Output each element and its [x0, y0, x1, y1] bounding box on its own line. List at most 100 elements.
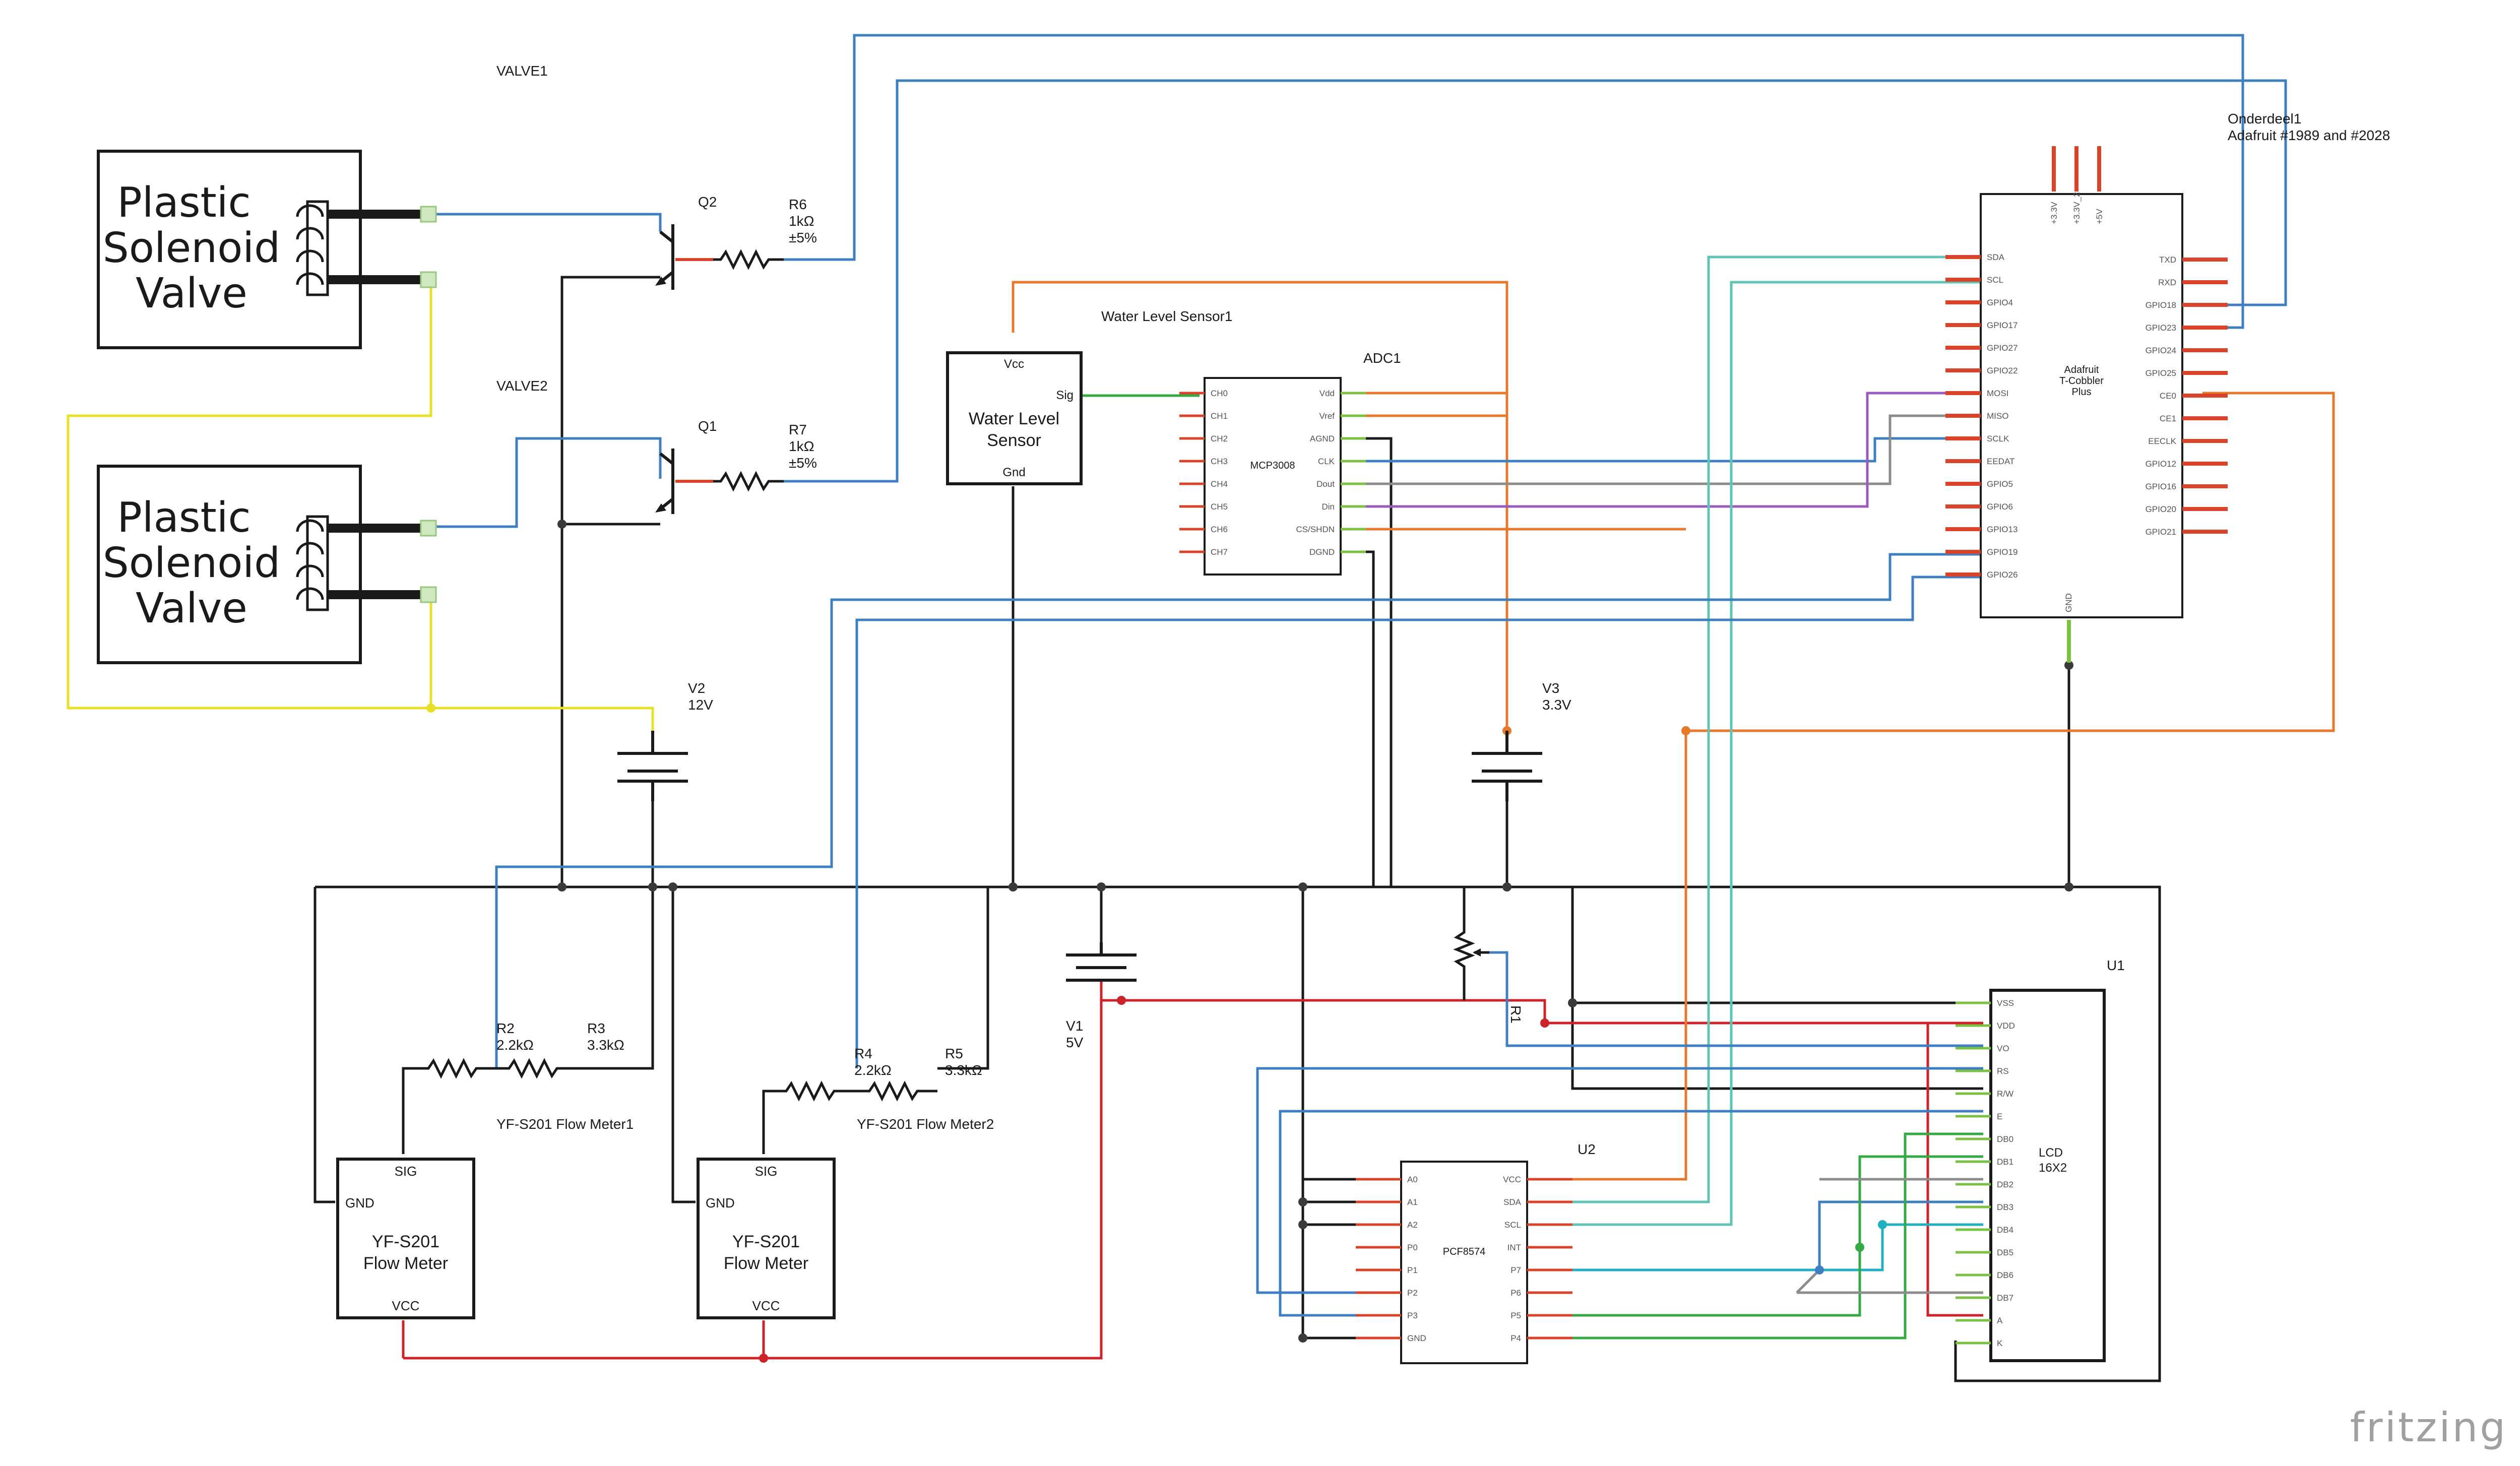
- wire-5v-lcd-a: [1545, 1022, 1983, 1317]
- cobbler-pin-label: GPIO23: [2146, 323, 2176, 333]
- transistor-q2: Q2: [655, 194, 717, 290]
- lcd-pin-label: E: [1997, 1112, 2002, 1121]
- resistor-zigzag-icon: [713, 249, 784, 270]
- cobbler-pin-label: EECLK: [2148, 436, 2176, 446]
- adc-pin-label: CH5: [1211, 502, 1228, 512]
- wire-ground-left-drop: [313, 887, 335, 1203]
- sensor-pin-sig: Sig: [1056, 389, 1074, 402]
- pcf-chip-name: PCF8574: [1443, 1246, 1486, 1257]
- potentiometer-r1: R1: [1453, 922, 1524, 1024]
- pcf-pin-label: P6: [1510, 1288, 1521, 1298]
- cobbler-pin-label: GPIO12: [2146, 459, 2176, 469]
- pcf-pin-label: P3: [1407, 1311, 1418, 1320]
- flow-meter-pin-vcc: VCC: [752, 1298, 780, 1313]
- source-v2: V2 12V: [617, 680, 713, 801]
- wire-fm2-r4: [762, 1090, 779, 1154]
- battery-icon: [617, 731, 688, 801]
- valve-ref-label: VALVE2: [496, 378, 548, 394]
- lcd-pin-label: A: [1997, 1316, 2003, 1325]
- cobbler-pin-label: GPIO22: [1987, 366, 2018, 375]
- valve-text-line3: Valve: [136, 585, 247, 632]
- cobbler-pin-label: MOSI: [1987, 389, 2008, 398]
- fritzing-logo: fritzing: [2350, 1404, 2507, 1451]
- cobbler-subtitle: Adafruit #1989 and #2028: [2228, 128, 2390, 143]
- junction-dot: [668, 882, 677, 891]
- junction-dot: [1298, 1333, 1307, 1343]
- valve-text-line2: Solenoid: [103, 224, 280, 272]
- pcf-pin-label: A1: [1407, 1197, 1418, 1207]
- valve-pin: [420, 271, 437, 288]
- cobbler-pin-label: TXD: [2159, 255, 2176, 265]
- resistor-zigzag-icon: [779, 1080, 937, 1102]
- resistor-ref: R4: [854, 1046, 872, 1061]
- adc-pin-label: DGND: [1309, 547, 1335, 557]
- flow-meter-1: YF-S201 Flow Meter1 YF-S201 Flow Meter S…: [336, 1116, 634, 1319]
- flow-meter-ref: YF-S201 Flow Meter1: [496, 1116, 634, 1132]
- junction-dot: [1097, 882, 1106, 891]
- flow-meter-name-line2: Flow Meter: [724, 1254, 808, 1273]
- junction-dot: [1009, 882, 1018, 891]
- lcd-pin-label: DB5: [1997, 1248, 2013, 1257]
- cobbler-pin-label: GPIO18: [2146, 300, 2176, 310]
- adc-pin-label: Dout: [1316, 479, 1335, 489]
- cobbler-power-label: +3.3V_2: [2072, 192, 2082, 224]
- wire-fm1-r2: [402, 1067, 418, 1154]
- wire-pot-vo: [1489, 951, 1983, 1047]
- cobbler-pin-label: SDA: [1987, 252, 2005, 262]
- valve-pin: [420, 520, 437, 537]
- cobbler-pin-label: GPIO21: [2146, 527, 2176, 537]
- resistor-tolerance: ±5%: [789, 455, 817, 471]
- adc-ref: ADC1: [1363, 350, 1401, 366]
- source-ref: V1: [1066, 1018, 1083, 1034]
- lcd-pin-label: DB2: [1997, 1180, 2013, 1189]
- cobbler-pin-label: GPIO24: [2146, 346, 2176, 355]
- schematic-canvas: Plastic Solenoid Valve VALVE1 Plastic So…: [67, 34, 2507, 1451]
- adc-pin-label: CLK: [1318, 457, 1335, 466]
- lcd-name-line1: LCD: [2039, 1146, 2063, 1160]
- flow-meter-2: YF-S201 Flow Meter2 YF-S201 Flow Meter S…: [697, 1116, 994, 1319]
- wire-spi-clk: [1346, 437, 1981, 463]
- wire-i2c-scl: [1567, 281, 1981, 1226]
- resistor-tolerance: ±5%: [789, 230, 817, 245]
- resistor-value: 1kΩ: [789, 438, 814, 454]
- lcd-pin-label: DB7: [1997, 1293, 2013, 1303]
- transistor-ref: Q2: [698, 194, 717, 210]
- resistor-r6: R6 1kΩ ±5%: [713, 197, 817, 270]
- junction-dot: [648, 882, 657, 891]
- battery-icon: [1066, 942, 1137, 982]
- adc-pin-label: Vref: [1319, 411, 1335, 421]
- wire-lcd-db7: [1567, 1132, 1983, 1340]
- flow-meter-name-line1: YF-S201: [372, 1232, 439, 1251]
- pcf-pin-label: VCC: [1503, 1175, 1521, 1184]
- junction-dot: [557, 882, 566, 891]
- pcf-ref: U2: [1578, 1141, 1596, 1157]
- pcf-pin-label: INT: [1507, 1243, 1521, 1252]
- adc-pin-label: Vdd: [1319, 389, 1335, 398]
- source-value: 12V: [688, 697, 713, 713]
- flow-meter-pin-vcc: VCC: [392, 1298, 420, 1313]
- valve-pin: [420, 206, 437, 223]
- adc-pin-label: CH7: [1211, 547, 1228, 557]
- flow-meter-pin-sig: SIG: [755, 1164, 778, 1179]
- lcd-pin-label: RS: [1997, 1066, 2009, 1076]
- source-ref: V2: [688, 680, 705, 696]
- cobbler-gnd-label: GND: [2064, 593, 2073, 612]
- junction-dot-red: [1540, 1018, 1549, 1028]
- wire-fm2-signal: [855, 576, 1981, 1068]
- cobbler-pin-label: GPIO4: [1987, 298, 2013, 307]
- wire-lcd-e: [1279, 1110, 1983, 1317]
- pcf-body: [1400, 1161, 1528, 1364]
- resistor-ref: R6: [789, 197, 807, 212]
- pcf-pin-label: P5: [1510, 1311, 1521, 1320]
- lcd-pin-label: DB6: [1997, 1270, 2013, 1280]
- cobbler-ref: Onderdeel1: [2228, 111, 2301, 126]
- solenoid-valve-1: Plastic Solenoid Valve VALVE1: [97, 63, 548, 349]
- cobbler-pin-label: GPIO25: [2146, 368, 2176, 378]
- cobbler-pin-label: SCLK: [1987, 434, 2009, 443]
- sensor-name-line1: Water Level: [969, 409, 1059, 428]
- pcf-pin-label: GND: [1407, 1333, 1426, 1343]
- cobbler-pin-label: SCL: [1987, 275, 2003, 285]
- pcf-pin-label: SDA: [1503, 1197, 1522, 1207]
- pcf-pin-label: SCL: [1504, 1220, 1521, 1230]
- lcd-16x2: U1 LCD 16X2 VSS VDD VO RS R/W E DB0 DB1 DB2 DB3 DB…: [1956, 958, 2125, 1362]
